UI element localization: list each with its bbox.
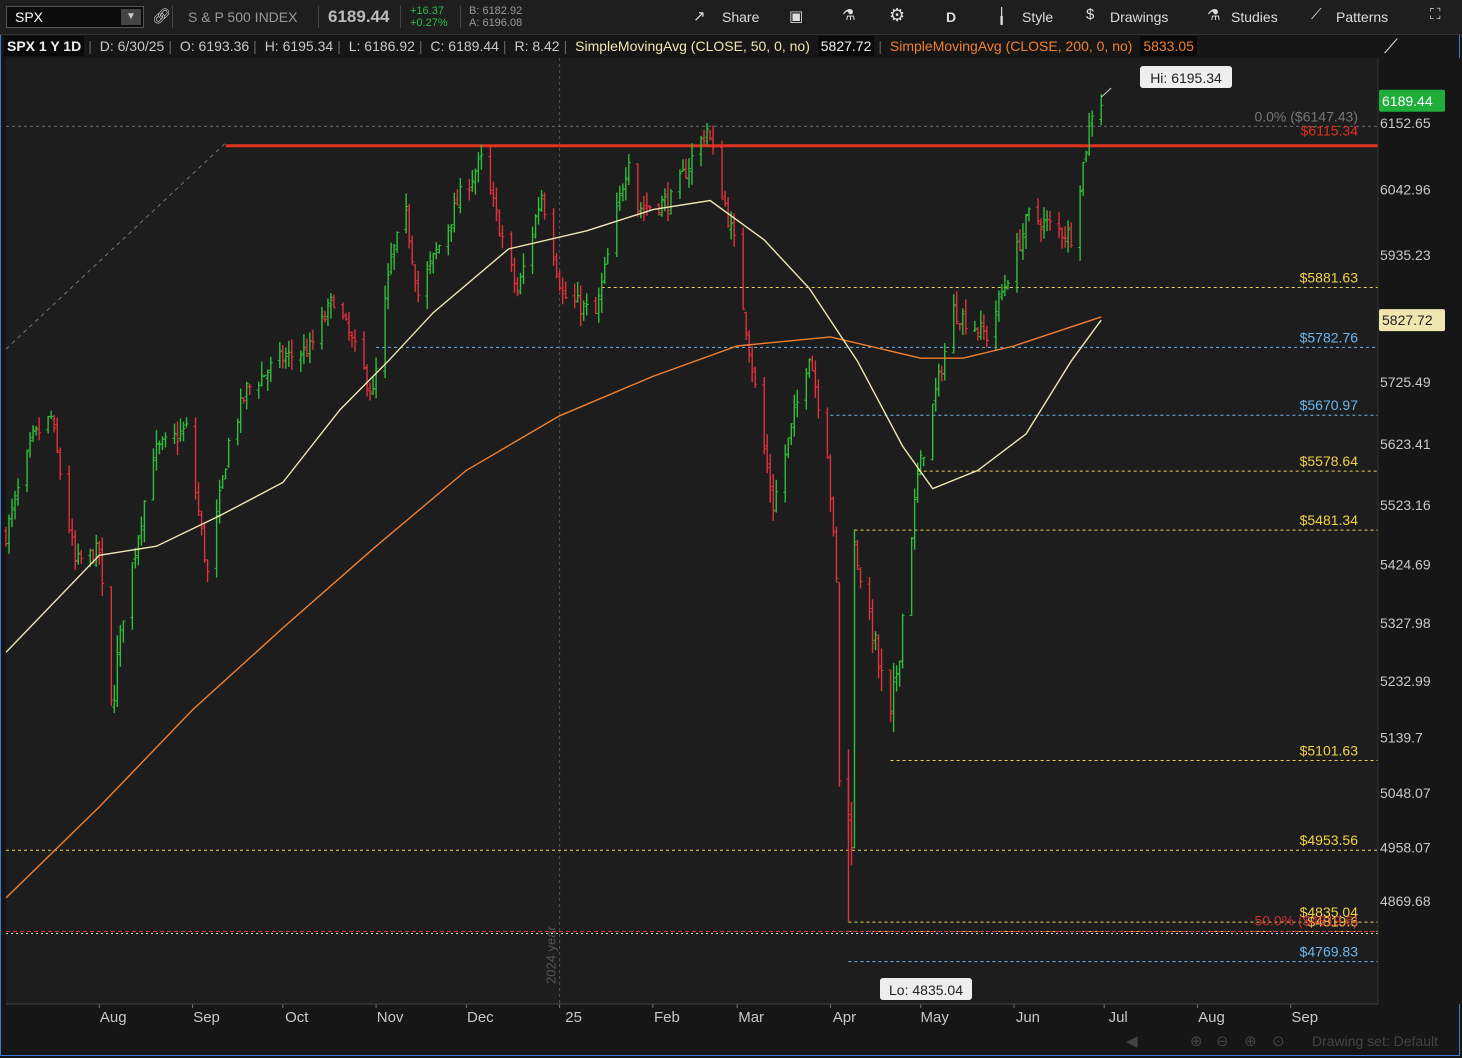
year-separator-label: 2024 year: [544, 926, 559, 984]
x-tick-label: Aug: [100, 1009, 127, 1026]
low-label: Lo: 4835.04: [889, 982, 963, 998]
level-label: $5670.97: [1300, 397, 1359, 413]
x-tick-label: Apr: [833, 1009, 856, 1026]
x-tick-label: May: [920, 1009, 949, 1026]
level-label: $4769.83: [1300, 944, 1359, 960]
ma50-badge-label: 5827.72: [1382, 312, 1433, 328]
y-tick-label: 5424.69: [1380, 557, 1431, 573]
level-label: $5578.64: [1300, 453, 1359, 469]
plot-area: [6, 58, 1378, 1004]
level-label: $5481.34: [1300, 512, 1359, 528]
resistance-label: $6115.34: [1301, 123, 1359, 139]
y-tick-label: 4869.68: [1380, 893, 1431, 909]
last-price-badge-label: 6189.44: [1382, 93, 1433, 109]
y-tick-label: 6042.96: [1380, 182, 1431, 198]
reset-icon[interactable]: ⊙: [1272, 1032, 1285, 1050]
y-tick-label: 6152.65: [1380, 115, 1431, 131]
level-label: $4953.56: [1300, 832, 1359, 848]
y-tick-label: 4958.07: [1380, 840, 1431, 856]
level-label: $5782.76: [1300, 329, 1359, 345]
y-tick-label: 5232.99: [1380, 673, 1431, 689]
zoom-in-icon[interactable]: ⊕: [1190, 1032, 1203, 1050]
y-tick-label: 5523.16: [1380, 497, 1431, 513]
x-tick-label: Oct: [285, 1009, 309, 1026]
price-axis: [1378, 58, 1462, 1004]
x-tick-label: Nov: [377, 1009, 404, 1026]
y-tick-label: 5935.23: [1380, 247, 1431, 263]
x-tick-label: Dec: [467, 1009, 494, 1026]
fib-50-label: 50.0% ($4819.6): [1254, 912, 1358, 928]
y-tick-label: 5623.41: [1380, 436, 1431, 452]
high-label: Hi: 6195.34: [1150, 70, 1222, 86]
scroll-left-icon[interactable]: ◀: [1126, 1032, 1138, 1050]
drawing-set-label: Drawing set: Default: [1311, 1033, 1438, 1049]
level-label: $5101.63: [1300, 742, 1359, 758]
y-tick-label: 5139.7: [1380, 729, 1423, 745]
x-tick-label: 25: [565, 1009, 582, 1026]
price-chart[interactable]: 2024 year0.0% ($6147.43)$5881.63$5782.76…: [0, 0, 1462, 1058]
x-tick-label: Mar: [738, 1009, 764, 1026]
bottom-status-bar: ◀ ⊕ ⊖ ⊕ ⊙ Drawing set: Default: [1126, 1030, 1450, 1052]
x-tick-label: Sep: [193, 1009, 220, 1026]
pan-icon[interactable]: ⊕: [1244, 1032, 1257, 1050]
x-tick-label: Feb: [654, 1009, 680, 1026]
zoom-out-icon[interactable]: ⊖: [1216, 1032, 1229, 1050]
y-tick-label: 5048.07: [1380, 785, 1431, 801]
x-tick-label: Aug: [1198, 1009, 1225, 1026]
y-tick-label: 5327.98: [1380, 615, 1431, 631]
level-label: $5881.63: [1300, 269, 1359, 285]
x-tick-label: Jul: [1109, 1009, 1128, 1026]
x-tick-label: Sep: [1291, 1009, 1318, 1026]
y-tick-label: 5725.49: [1380, 374, 1431, 390]
x-tick-label: Jun: [1016, 1009, 1040, 1026]
